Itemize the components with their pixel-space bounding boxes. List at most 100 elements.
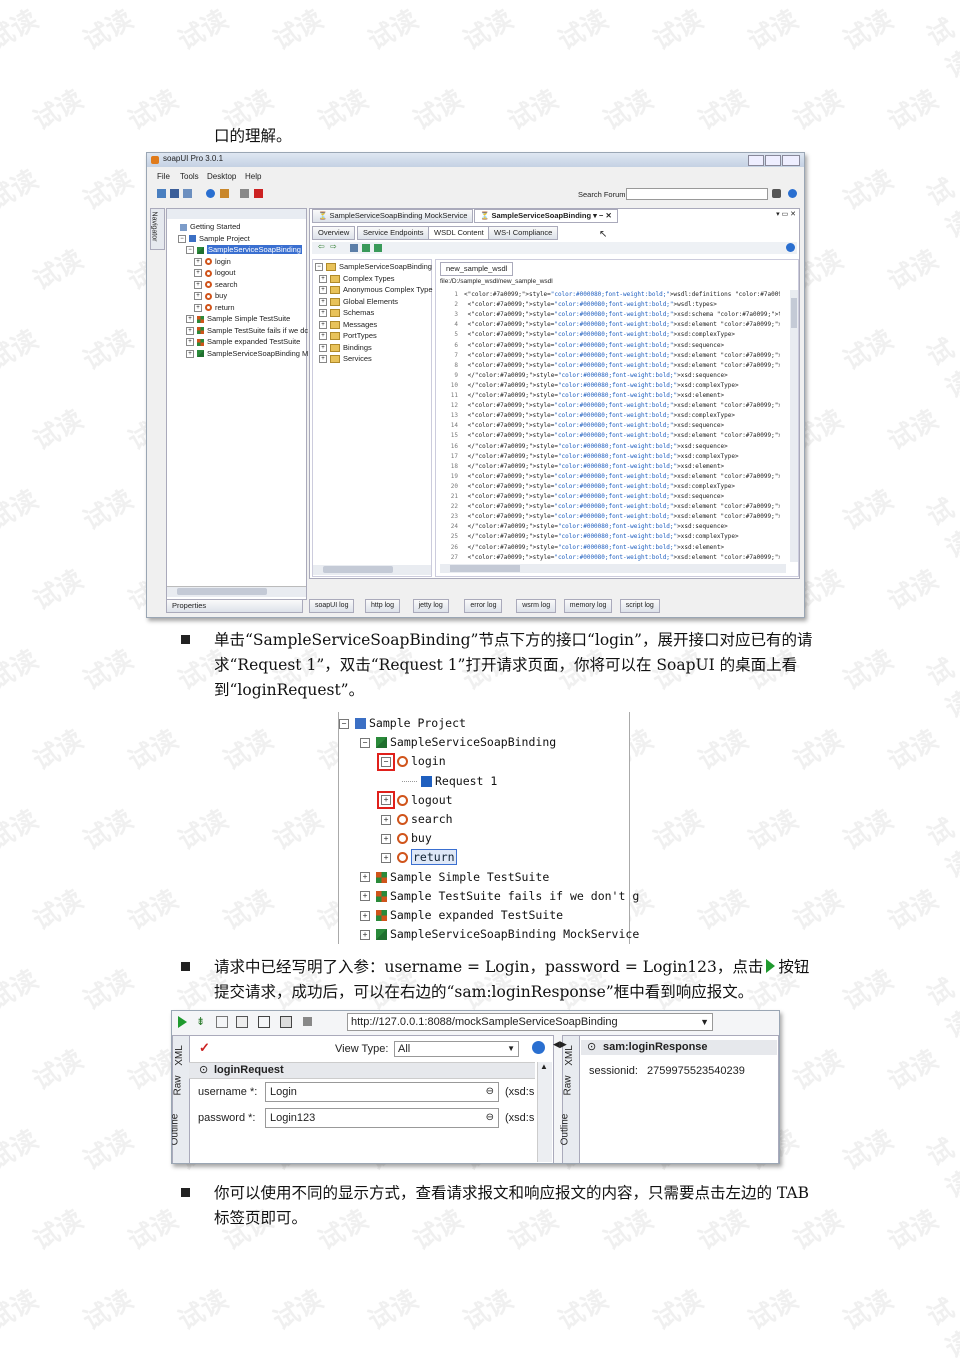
subtab-wsi-compliance[interactable]: WS-I Compliance [488, 226, 559, 240]
wsdl-node-schemas[interactable]: + Schemas [319, 307, 374, 318]
tree-node-sample-expanded-testsuite[interactable]: + Sample expanded TestSuite [360, 906, 563, 925]
expand-icon[interactable]: + [319, 274, 327, 283]
tab-soapbinding[interactable]: ⏳ SampleServiceSoapBinding ▾ − ✕ [474, 209, 618, 223]
collapse-icon[interactable]: − [339, 718, 349, 729]
update-definition-icon[interactable] [374, 244, 382, 252]
tree-node-return[interactable]: + return [381, 848, 457, 867]
request-node-header[interactable]: ⊙ loginRequest [189, 1062, 535, 1079]
save-all-icon[interactable] [183, 189, 192, 198]
splitter-arrows[interactable]: ◀▶ [553, 1039, 567, 1050]
collapse-icon[interactable]: − [315, 263, 323, 272]
subtab-wsdl-content[interactable]: WSDL Content [428, 226, 490, 240]
exit-icon[interactable] [254, 189, 263, 198]
clear-icon[interactable]: ⊖ [486, 1109, 494, 1127]
stop-icon[interactable] [303, 1017, 312, 1026]
expand-icon[interactable]: + [319, 309, 327, 318]
tree-node-request-1[interactable]: Request 1 [402, 772, 497, 791]
code-v-scrollbar[interactable] [790, 290, 798, 562]
import-project-icon[interactable] [170, 189, 179, 198]
expand-icon[interactable]: + [377, 791, 395, 810]
wsdl-node-porttypes[interactable]: + PortTypes [319, 330, 377, 341]
view-type-select[interactable]: All ▼ [394, 1041, 519, 1057]
expand-icon[interactable]: + [360, 929, 370, 940]
wsdl-node-messages[interactable]: + Messages [319, 319, 377, 330]
tree-node-login[interactable]: − login [377, 752, 446, 771]
create-empty-icon[interactable] [216, 1016, 228, 1028]
preferences-icon[interactable] [206, 189, 215, 198]
wsdl-node-complex-types[interactable]: + Complex Types [319, 273, 395, 284]
username-input[interactable]: Login ⊖ [265, 1082, 499, 1102]
tree-node-sample-project[interactable]: − Sample Project [178, 233, 250, 244]
forward-icon[interactable]: ⇨ [330, 242, 337, 251]
tree-node-logout[interactable]: + logout [194, 267, 235, 278]
tree-node-login[interactable]: + login [194, 256, 231, 267]
help-icon[interactable] [788, 189, 797, 198]
side-tab-raw[interactable]: Raw [173, 1075, 184, 1095]
expand-icon[interactable]: + [186, 349, 194, 358]
log-tab-jetty-log[interactable]: jetty log [412, 599, 449, 613]
collapse-icon[interactable]: ⊙ [199, 1063, 208, 1078]
refresh-icon[interactable] [362, 244, 370, 252]
tree-node-buy[interactable]: + buy [194, 290, 227, 301]
menu-desktop[interactable]: Desktop [207, 172, 236, 181]
menu-help[interactable]: Help [245, 172, 261, 181]
tree-node-sample-simple-testsuite[interactable]: + Sample Simple TestSuite [360, 868, 549, 887]
tree-node-sampleservicesoapbinding[interactable]: − SampleServiceSoapBinding [360, 733, 556, 752]
export-icon[interactable] [350, 244, 358, 252]
wsdl-tree-h-scrollbar[interactable] [313, 565, 431, 575]
tree-node-sampleservicesoapbinding[interactable]: − SampleServiceSoapBinding [186, 244, 302, 255]
format-icon[interactable] [236, 1016, 248, 1028]
tree-node-sampleservicesoapbinding-mockservice[interactable]: + SampleServiceSoapBinding MockService [360, 925, 639, 944]
navigator-side-tab[interactable]: Navigator [150, 208, 165, 250]
tree-node-search[interactable]: + search [194, 279, 238, 290]
expand-icon[interactable]: + [186, 338, 194, 347]
response-node-header[interactable]: ⊙ sam:loginResponse [581, 1040, 777, 1055]
request-v-scrollbar[interactable]: ▲ [537, 1062, 552, 1162]
expand-icon[interactable]: + [319, 332, 327, 341]
add-to-testcase-icon[interactable]: ⇟ [196, 1015, 205, 1028]
tab-mockservice[interactable]: ⏳ SampleServiceSoapBinding MockService [312, 209, 474, 223]
maximize-button[interactable] [765, 155, 781, 166]
tree-node-buy[interactable]: + buy [381, 829, 432, 848]
tree-node-sample-expanded-testsuite[interactable]: + Sample expanded TestSuite [186, 336, 300, 347]
collapse-icon[interactable]: − [360, 737, 370, 748]
password-input[interactable]: Login123 ⊖ [265, 1108, 499, 1128]
expand-icon[interactable]: + [360, 872, 370, 883]
expand-icon[interactable]: + [194, 257, 202, 266]
expand-icon[interactable]: + [186, 326, 194, 335]
clone-icon[interactable] [280, 1016, 292, 1028]
log-tab-soapui-log[interactable]: soapUI log [309, 599, 355, 613]
expand-icon[interactable]: + [186, 315, 194, 324]
wsdl-node-sampleservicesoapbinding[interactable]: − SampleServiceSoapBinding [315, 261, 432, 272]
wsdl-node-services[interactable]: + Services [319, 353, 372, 364]
tree-node-getting-started[interactable]: Getting Started [170, 221, 240, 232]
validate-icon[interactable]: ✓ [199, 1040, 210, 1056]
expand-icon[interactable]: + [319, 320, 327, 329]
code-view[interactable]: 1 <"color:#7a0099;">style="color:#000080;… [440, 290, 780, 562]
subtab-overview[interactable]: Overview [312, 226, 356, 240]
subtab-service-endpoints[interactable]: Service Endpoints [357, 226, 430, 240]
log-tab-error-log[interactable]: error log [464, 599, 503, 613]
expand-icon[interactable]: + [194, 292, 202, 301]
expand-icon[interactable]: + [319, 343, 327, 352]
endpoint-select[interactable]: http://127.0.0.1:8088/mockSampleServiceS… [347, 1013, 713, 1031]
tree-node-sampleservicesoapbinding-m[interactable]: + SampleServiceSoapBinding M [186, 348, 308, 359]
tree-node-sample-project[interactable]: − Sample Project [339, 714, 466, 733]
minimize-button[interactable] [748, 155, 764, 166]
side-tab-raw[interactable]: Raw [563, 1075, 574, 1095]
tree-node-logout[interactable]: + logout [377, 791, 453, 810]
back-icon[interactable]: ⇦ [318, 242, 325, 251]
search-forum-input[interactable] [626, 188, 768, 200]
expand-icon[interactable]: + [360, 891, 370, 902]
new-project-icon[interactable] [157, 189, 166, 198]
log-tab-memory-log[interactable]: memory log [563, 599, 613, 613]
close-window-button[interactable] [782, 155, 800, 166]
properties-tab[interactable]: Properties [166, 599, 303, 613]
expand-icon[interactable]: + [381, 814, 391, 825]
code-h-scrollbar[interactable] [440, 564, 786, 573]
editor-window-controls[interactable]: ▾ ▭ ✕ [776, 210, 796, 218]
wsdl-node-anonymous-complex-type[interactable]: + Anonymous Complex Type [319, 284, 433, 295]
expand-icon[interactable]: + [194, 269, 202, 278]
tree-node-sample-simple-testsuite[interactable]: + Sample Simple TestSuite [186, 313, 290, 324]
wsdl-node-global-elements[interactable]: + Global Elements [319, 296, 398, 307]
